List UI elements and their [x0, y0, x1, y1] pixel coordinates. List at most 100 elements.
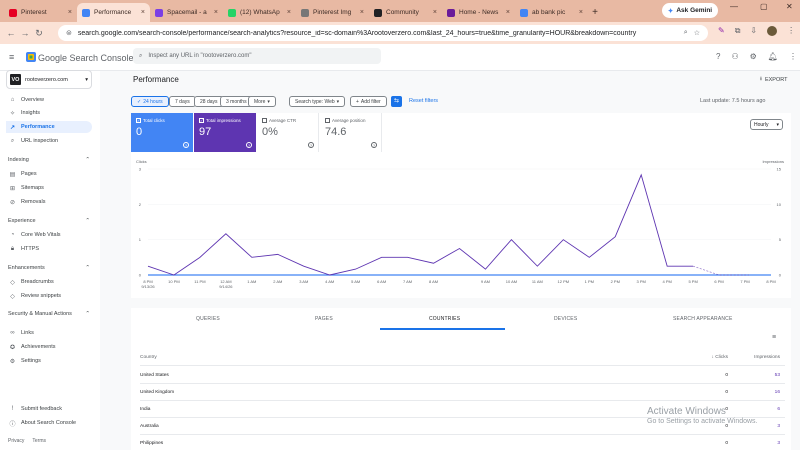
profile-avatar[interactable]: [767, 26, 778, 36]
browser-tab[interactable]: ab bank pic ×: [515, 3, 588, 22]
apps-grid-icon[interactable]: ⋮⋮: [789, 52, 800, 63]
date-chip-more[interactable]: More ▾: [248, 96, 276, 107]
close-tab-icon[interactable]: ×: [141, 9, 145, 16]
section-enhancements[interactable]: Enhancements ⌃: [8, 265, 90, 271]
settings-gear-icon[interactable]: ⚙: [750, 52, 757, 63]
col-clicks[interactable]: ↓ Clicks: [711, 355, 728, 360]
sidebar-item-sitemaps[interactable]: ⊞ Sitemaps: [6, 182, 92, 194]
tab-search-appearance[interactable]: SEARCH APPEARANCE: [673, 316, 733, 322]
ask-gemini-button[interactable]: ✦ Ask Gemini: [662, 3, 718, 18]
tab-queries[interactable]: QUERIES: [196, 316, 220, 322]
sidebar-item-url-inspection[interactable]: ⌕ URL inspection: [6, 135, 92, 147]
help-icon[interactable]: ?: [308, 142, 314, 148]
date-chip-7d[interactable]: 7 days: [169, 96, 196, 107]
sidebar-item-submit-feedback[interactable]: ! Submit feedback: [6, 403, 92, 415]
reset-filters-link[interactable]: Reset filters: [409, 98, 438, 104]
add-filter-button[interactable]: + Add filter: [350, 96, 387, 107]
sidebar-item-links[interactable]: ∞ Links: [6, 327, 92, 339]
help-icon[interactable]: ?: [716, 52, 720, 63]
export-button[interactable]: ⭳ EXPORT: [760, 75, 787, 84]
total-impressions-card[interactable]: ✓ Total impressions 97 ?: [194, 113, 256, 152]
minimize-icon[interactable]: —: [730, 2, 738, 11]
granularity-select[interactable]: Hourly ▾: [750, 119, 783, 130]
browser-tab[interactable]: Performance ×: [77, 3, 150, 22]
compare-filter-icon[interactable]: ⇆: [391, 96, 402, 107]
browser-tab[interactable]: Community ×: [369, 3, 442, 22]
filter-rows-icon[interactable]: ≡: [772, 334, 776, 341]
sidebar-item-overview[interactable]: ⌂ Overview: [6, 94, 92, 106]
sidebar-item-https[interactable]: 🔒︎ HTTPS: [6, 243, 92, 255]
average-ctr-card[interactable]: Average CTR 0% ?: [257, 113, 319, 152]
col-country[interactable]: Country: [140, 355, 157, 360]
back-icon[interactable]: ←: [4, 28, 18, 38]
sidebar-item-review-snippets[interactable]: ◇ Review snippets: [6, 290, 92, 302]
tab-pages[interactable]: PAGES: [315, 316, 333, 322]
browser-menu-icon[interactable]: ⋮: [787, 26, 795, 36]
sidebar-item-settings[interactable]: ⚙ Settings: [6, 355, 92, 367]
address-bar[interactable]: ⊜ search.google.com/search-console/perfo…: [58, 25, 708, 41]
new-tab-icon[interactable]: +: [588, 7, 602, 18]
checkbox-checked-icon[interactable]: ✓: [136, 118, 141, 124]
close-window-icon[interactable]: ✕: [786, 2, 793, 11]
sidebar-item-performance[interactable]: ↗ Performance: [6, 121, 92, 133]
close-tab-icon[interactable]: ×: [68, 9, 72, 16]
browser-tab[interactable]: Spacemail - a ×: [150, 3, 223, 22]
search-type-filter[interactable]: Search type: Web ▾: [289, 96, 346, 107]
sidebar-item-about-search-console[interactable]: ⓘ About Search Console: [6, 417, 92, 429]
sidebar-item-pages[interactable]: ▤ Pages: [6, 168, 92, 180]
sidebar-item-breadcrumbs[interactable]: ◇ Breadcrumbs: [6, 276, 92, 288]
sidebar-item-removals[interactable]: ⊘ Removals: [6, 196, 92, 208]
help-icon[interactable]: ?: [371, 142, 377, 148]
close-tab-icon[interactable]: ×: [579, 9, 583, 16]
extensions-icon[interactable]: ⧉: [735, 26, 741, 36]
tab-title: Community: [386, 9, 419, 16]
close-tab-icon[interactable]: ×: [433, 9, 437, 16]
downloads-icon[interactable]: ⇩: [750, 26, 757, 36]
help-icon[interactable]: ?: [246, 142, 252, 148]
total-clicks-card[interactable]: ✓ Total clicks 0 ?: [131, 113, 193, 152]
cell-impressions: 16: [774, 390, 780, 395]
terms-link[interactable]: Terms: [32, 438, 46, 444]
url-inspect-input[interactable]: ⌕ Inspect any URL in "rootoverzero.com": [133, 48, 381, 64]
zoom-icon[interactable]: ⌕: [684, 29, 688, 37]
extension-pen-icon[interactable]: ✎: [718, 26, 725, 36]
close-tab-icon[interactable]: ×: [360, 9, 364, 16]
browser-tab[interactable]: Pinterest ×: [4, 3, 77, 22]
help-icon[interactable]: ?: [183, 142, 189, 148]
browser-tab[interactable]: (12) WhatsAp ×: [223, 3, 296, 22]
sidebar-item-insights[interactable]: ✧ Insights: [6, 107, 92, 119]
average-position-card[interactable]: Average position 74.6 ?: [320, 113, 382, 152]
reload-icon[interactable]: ↻: [32, 28, 46, 39]
trending-icon: ↗: [9, 124, 16, 131]
col-impressions[interactable]: Impressions: [754, 355, 780, 360]
share-users-icon[interactable]: ⚇: [731, 52, 738, 63]
close-tab-icon[interactable]: ×: [287, 9, 291, 16]
property-selector[interactable]: VO rootoverzero.com ▾: [6, 70, 92, 89]
section-security[interactable]: Security & Manual Actions ⌃: [8, 311, 90, 317]
forward-icon[interactable]: →: [18, 28, 32, 38]
notifications-bell-icon[interactable]: 🔔︎: [768, 52, 778, 63]
site-info-icon[interactable]: ⊜: [66, 29, 72, 37]
browser-tab[interactable]: Home - News ×: [442, 3, 515, 22]
table-row[interactable]: United States 0 53: [140, 367, 785, 384]
bookmark-star-icon[interactable]: ☆: [694, 29, 700, 37]
checkbox-icon[interactable]: [262, 118, 267, 124]
checkbox-icon[interactable]: [325, 118, 330, 124]
close-tab-icon[interactable]: ×: [506, 9, 510, 16]
table-row[interactable]: Philippines 0 3: [140, 435, 785, 450]
close-tab-icon[interactable]: ×: [214, 9, 218, 16]
browser-tab[interactable]: Pinterest Img ×: [296, 3, 369, 22]
table-row[interactable]: United Kingdom 0 16: [140, 384, 785, 401]
checkbox-checked-icon[interactable]: ✓: [199, 118, 204, 124]
section-experience[interactable]: Experience ⌃: [8, 218, 90, 224]
cell-clicks: 0: [725, 373, 728, 378]
tab-devices[interactable]: DEVICES: [554, 316, 577, 322]
date-chip-24h[interactable]: ✓ 24 hours: [131, 96, 169, 107]
sidebar-item-core-web-vitals[interactable]: ◔ Core Web Vitals: [6, 229, 92, 241]
tab-countries[interactable]: COUNTRIES: [429, 316, 460, 322]
maximize-icon[interactable]: ▢: [760, 2, 768, 11]
hamburger-menu-icon[interactable]: ≡: [9, 52, 14, 62]
sidebar-item-achievements[interactable]: ✪ Achievements: [6, 341, 92, 353]
privacy-link[interactable]: Privacy: [8, 438, 24, 444]
section-indexing[interactable]: Indexing ⌃: [8, 157, 90, 163]
